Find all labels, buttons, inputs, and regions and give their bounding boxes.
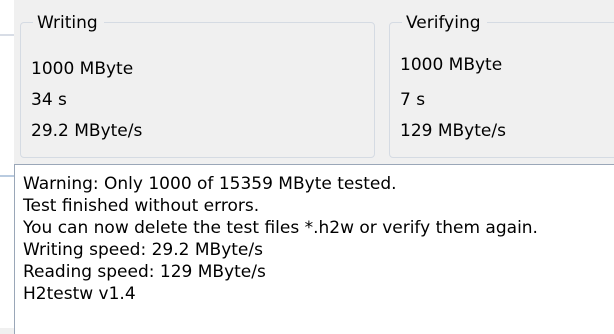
edge-line-top	[0, 34, 14, 36]
log-line-status: Test finished without errors.	[23, 196, 260, 216]
verifying-time: 7 s	[400, 90, 426, 110]
log-line-version: H2testw v1.4	[23, 284, 136, 304]
log-line-writing-speed: Writing speed: 29.2 MByte/s	[23, 240, 263, 260]
verifying-group-title: Verifying	[402, 11, 487, 35]
writing-group-title: Writing	[33, 11, 104, 35]
verifying-size: 1000 MByte	[400, 55, 503, 75]
writing-speed: 29.2 MByte/s	[31, 121, 143, 141]
results-log[interactable]: Warning: Only 1000 of 15359 MByte tested…	[14, 164, 614, 334]
log-line-reading-speed: Reading speed: 129 MByte/s	[23, 262, 266, 282]
edge-line-bottom	[0, 175, 14, 177]
verifying-speed: 129 MByte/s	[400, 121, 506, 141]
writing-group: Writing 1000 MByte 34 s 29.2 MByte/s	[20, 11, 375, 158]
verifying-group: Verifying 1000 MByte 7 s 129 MByte/s	[389, 11, 614, 158]
writing-time: 34 s	[31, 90, 67, 110]
log-line-warning: Warning: Only 1000 of 15359 MByte tested…	[23, 174, 397, 194]
log-line-hint: You can now delete the test files *.h2w …	[23, 218, 538, 238]
left-window-edge	[0, 0, 14, 328]
writing-size: 1000 MByte	[31, 59, 134, 79]
